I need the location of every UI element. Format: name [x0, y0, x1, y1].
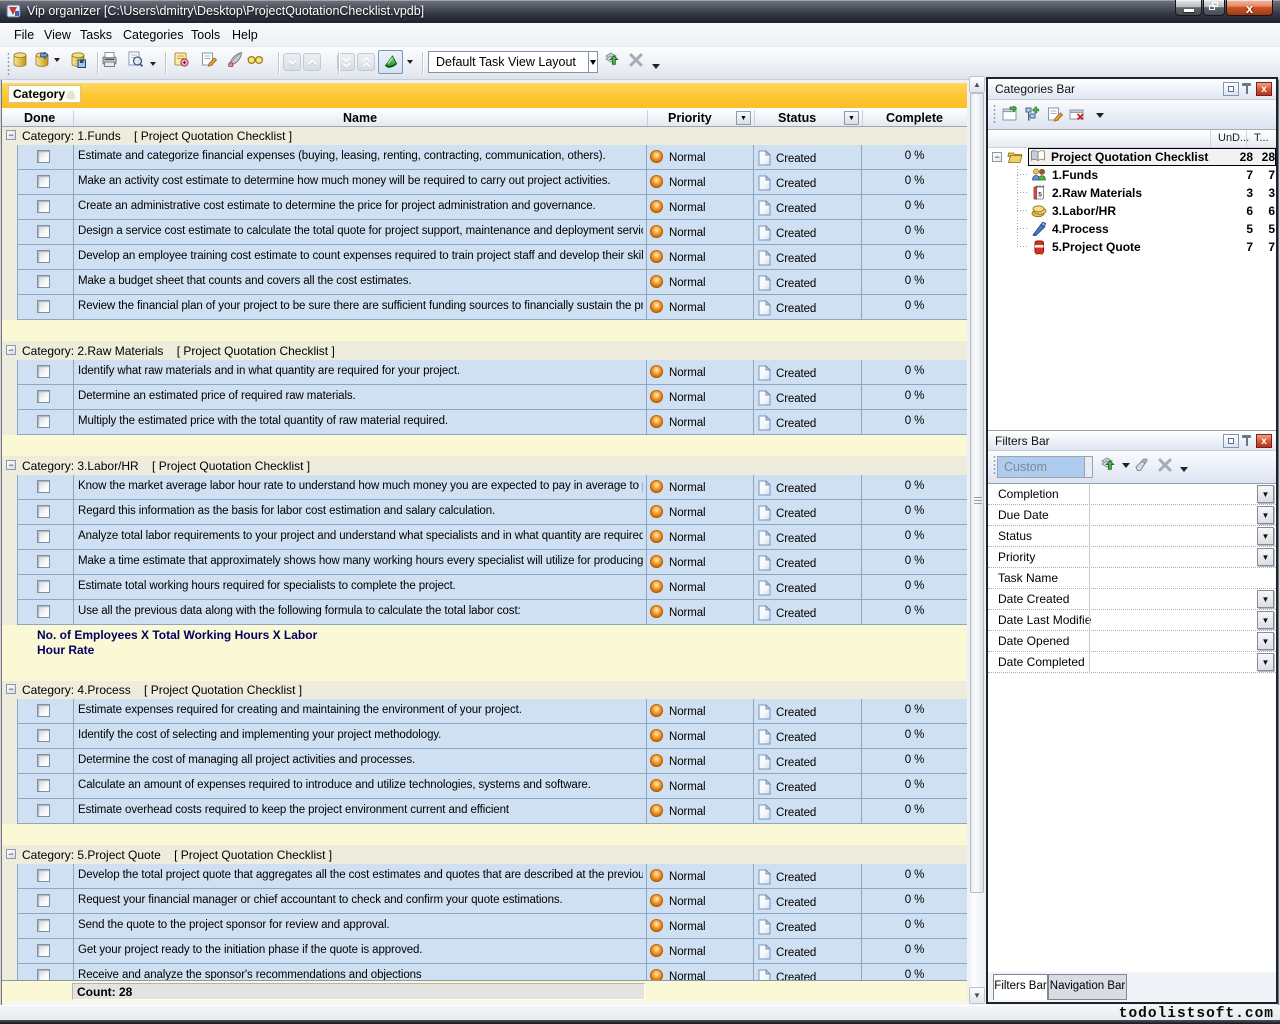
svg-text:5: 5 — [1038, 192, 1042, 199]
